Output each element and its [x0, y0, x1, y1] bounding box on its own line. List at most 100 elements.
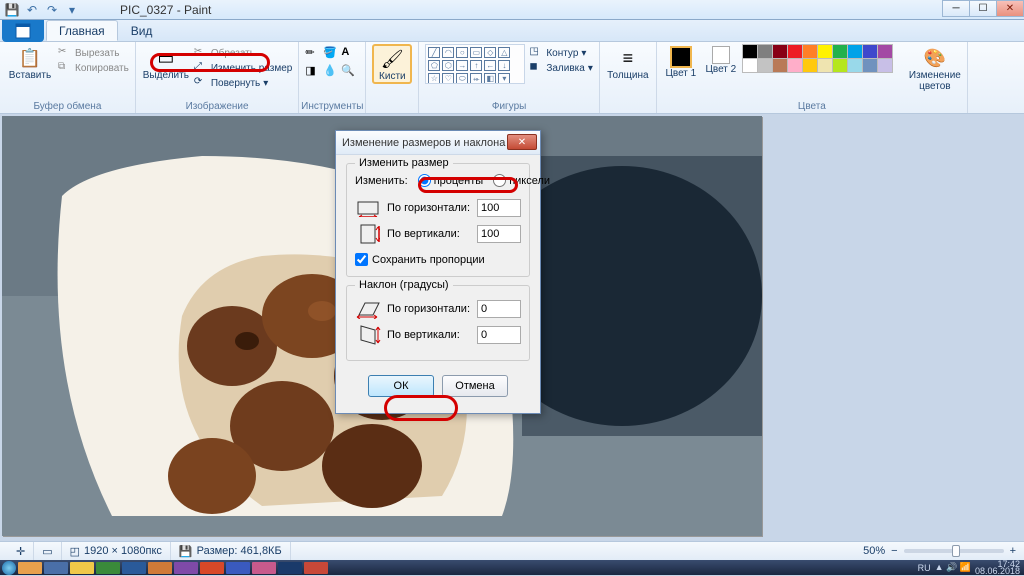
- taskbar-app[interactable]: [174, 562, 198, 574]
- taskbar-app[interactable]: [278, 562, 302, 574]
- palette-swatch[interactable]: [817, 44, 833, 59]
- keep-ratio-checkbox[interactable]: [355, 253, 368, 266]
- cancel-button[interactable]: Отмена: [442, 375, 508, 397]
- taskbar-app[interactable]: [304, 562, 328, 574]
- palette-swatch[interactable]: [877, 44, 893, 59]
- palette-swatch[interactable]: [772, 58, 788, 73]
- taskbar-app[interactable]: [252, 562, 276, 574]
- size-button[interactable]: ≡ Толщина: [606, 44, 650, 81]
- select-button[interactable]: ▭ Выделить: [142, 44, 190, 81]
- text-tool[interactable]: A: [341, 46, 357, 62]
- shape-outline[interactable]: ◳Контур ▾: [529, 46, 593, 60]
- percent-radio[interactable]: проценты: [418, 174, 484, 187]
- status-bar: ✛ ▭ ◰1920 × 1080пкс 💾Размер: 461,8КБ 50%…: [0, 541, 1024, 560]
- brushes-button[interactable]: 🖌 Кисти: [372, 44, 412, 84]
- palette-swatch[interactable]: [817, 58, 833, 73]
- cursor-pos: ✛: [8, 542, 34, 560]
- close-button[interactable]: ✕: [996, 0, 1024, 17]
- palette-swatch[interactable]: [877, 58, 893, 73]
- palette-swatch[interactable]: [802, 44, 818, 59]
- copy-icon: ⧉: [58, 61, 72, 75]
- shapes-gallery[interactable]: ╱◠○▭◇△ ⬠⬡→↑←↓ ☆♡⬭⬰◧▾: [425, 44, 525, 84]
- taskbar-app[interactable]: [200, 562, 224, 574]
- vertical-input[interactable]: [477, 225, 521, 243]
- palette-swatch[interactable]: [757, 44, 773, 59]
- taskbar-app[interactable]: [44, 562, 68, 574]
- palette-swatch[interactable]: [742, 44, 758, 59]
- taskbar-app[interactable]: [70, 562, 94, 574]
- paste-icon: 📋: [18, 46, 42, 70]
- redo-icon[interactable]: ↷: [44, 2, 60, 18]
- tray-lang[interactable]: RU: [918, 563, 931, 573]
- palette-swatch[interactable]: [757, 58, 773, 73]
- palette-swatch[interactable]: [832, 44, 848, 59]
- zoom-slider[interactable]: [904, 549, 1004, 553]
- pixels-radio[interactable]: пиксели: [493, 174, 550, 187]
- save-icon[interactable]: 💾: [4, 2, 20, 18]
- dialog-title: Изменение размеров и наклона: [342, 137, 505, 149]
- undo-icon[interactable]: ↶: [24, 2, 40, 18]
- tab-view[interactable]: Вид: [118, 20, 166, 41]
- start-button[interactable]: [2, 561, 16, 575]
- qat-more-icon[interactable]: ▾: [64, 2, 80, 18]
- canvas-dimensions: ◰1920 × 1080пкс: [62, 542, 171, 560]
- palette-swatch[interactable]: [847, 58, 863, 73]
- palette-swatch[interactable]: [802, 58, 818, 73]
- tray-icons[interactable]: ▲ 🔊 📶: [935, 562, 971, 573]
- minimize-button[interactable]: ─: [942, 0, 970, 17]
- palette-swatch[interactable]: [832, 58, 848, 73]
- color2-button[interactable]: Цвет 2: [703, 44, 739, 75]
- pencil-tool[interactable]: ✏: [305, 46, 321, 62]
- dialog-title-bar[interactable]: Изменение размеров и наклона ✕: [336, 131, 540, 155]
- fill-tool[interactable]: 🪣: [323, 46, 339, 62]
- palette-icon: 🎨: [923, 46, 947, 70]
- taskbar-app[interactable]: [226, 562, 250, 574]
- rotate-button[interactable]: ⟳Повернуть ▾: [194, 76, 292, 90]
- maximize-button[interactable]: ☐: [969, 0, 997, 17]
- group-shapes: ╱◠○▭◇△ ⬠⬡→↑←↓ ☆♡⬭⬰◧▾ ◳Контур ▾ ◼Заливка …: [419, 42, 600, 113]
- skew-h-input[interactable]: [477, 300, 521, 318]
- palette-swatch[interactable]: [862, 44, 878, 59]
- palette-swatch[interactable]: [742, 58, 758, 73]
- eraser-tool[interactable]: ◨: [305, 64, 321, 80]
- tray-date[interactable]: 08.06.2018: [975, 568, 1020, 575]
- title-bar: 💾 ↶ ↷ ▾ PIC_0327 - Paint ─ ☐ ✕: [0, 0, 1024, 20]
- ribbon-tabs: Главная Вид: [0, 20, 1024, 42]
- zoom-tool[interactable]: 🔍: [341, 64, 357, 80]
- select-icon: ▭: [154, 46, 178, 70]
- quick-access-toolbar: 💾 ↶ ↷ ▾: [4, 2, 80, 18]
- edit-colors-button[interactable]: 🎨 Изменение цветов: [909, 44, 961, 92]
- taskbar-app[interactable]: [148, 562, 172, 574]
- taskbar-app[interactable]: [18, 562, 42, 574]
- ok-button[interactable]: ОК: [368, 375, 434, 397]
- group-brushes: 🖌 Кисти: [366, 42, 419, 113]
- file-menu-button[interactable]: [2, 20, 44, 42]
- outline-icon: ◳: [529, 46, 543, 60]
- group-colors: Цвет 1 Цвет 2 🎨 Изменение цветов Цвета: [657, 42, 968, 113]
- palette-swatch[interactable]: [862, 58, 878, 73]
- color1-button[interactable]: Цвет 1: [663, 44, 699, 79]
- paste-button[interactable]: 📋 Вставить: [6, 44, 54, 81]
- file-size: 💾Размер: 461,8КБ: [171, 542, 291, 560]
- dialog-close-button[interactable]: ✕: [507, 134, 537, 150]
- palette-swatch[interactable]: [787, 44, 803, 59]
- skew-group: Наклон (градусы) По горизонтали: По верт…: [346, 285, 530, 361]
- copy-button: ⧉Копировать: [58, 61, 129, 75]
- group-size: ≡ Толщина: [600, 42, 657, 113]
- palette-swatch[interactable]: [772, 44, 788, 59]
- picker-tool[interactable]: 💧: [323, 64, 339, 80]
- taskbar-app[interactable]: [122, 562, 146, 574]
- horizontal-input[interactable]: [477, 199, 521, 217]
- crop-icon: ✂: [194, 46, 208, 60]
- skew-v-input[interactable]: [477, 326, 521, 344]
- zoom-in-button[interactable]: +: [1010, 545, 1016, 557]
- tab-home[interactable]: Главная: [46, 20, 118, 41]
- color-palette[interactable]: [743, 44, 905, 72]
- thickness-icon: ≡: [616, 46, 640, 70]
- palette-swatch[interactable]: [847, 44, 863, 59]
- shape-fill[interactable]: ◼Заливка ▾: [529, 61, 593, 75]
- taskbar-app[interactable]: [96, 562, 120, 574]
- zoom-out-button[interactable]: −: [891, 545, 897, 557]
- resize-button[interactable]: ⤢Изменить размер: [194, 61, 292, 75]
- palette-swatch[interactable]: [787, 58, 803, 73]
